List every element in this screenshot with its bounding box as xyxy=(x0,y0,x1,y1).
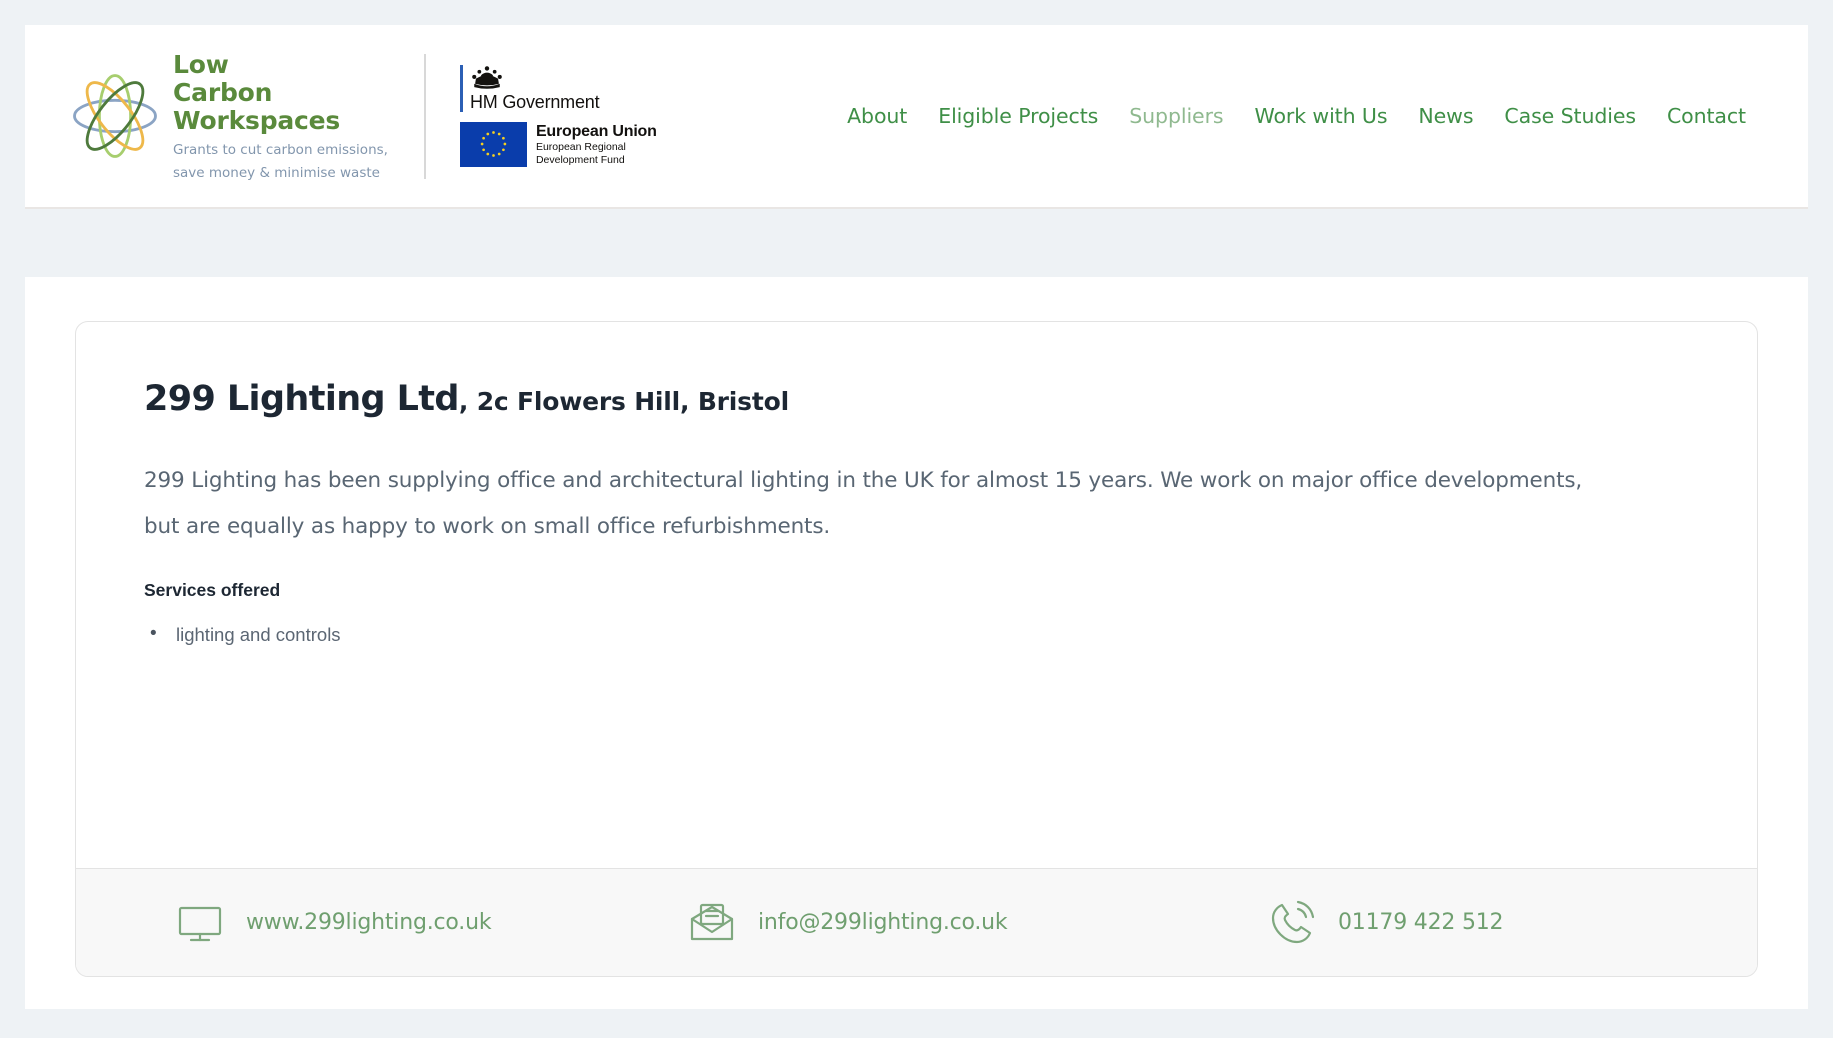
supplier-address: , 2c Flowers Hill, Bristol xyxy=(458,387,789,416)
brand-tagline-line-2: save money & minimise waste xyxy=(173,165,380,181)
main-navigation: About Eligible Projects Suppliers Work w… xyxy=(847,104,1808,128)
nav-item-about[interactable]: About xyxy=(847,104,907,128)
supplier-contact-bar: www.299lighting.co.uk info@299lighting.c… xyxy=(76,868,1757,976)
brand-wordmark: Low Carbon Workspaces Grants to cut carb… xyxy=(173,49,388,182)
eu-subtitle-line-1: European Regional xyxy=(535,141,626,153)
brand-name-line-2: Carbon xyxy=(173,77,273,107)
services-offered-heading: Services offered xyxy=(144,580,281,600)
supplier-title: 299 Lighting Ltd, 2c Flowers Hill, Brist… xyxy=(144,378,1689,423)
services-offered-list: lighting and controls xyxy=(144,620,1689,649)
list-item: lighting and controls xyxy=(150,620,1689,649)
nav-item-eligible-projects[interactable]: Eligible Projects xyxy=(938,104,1098,128)
page-root: Low Carbon Workspaces Grants to cut carb… xyxy=(0,0,1833,1038)
contact-phone-label: 01179 422 512 xyxy=(1338,910,1504,935)
supplier-card: 299 Lighting Ltd, 2c Flowers Hill, Brist… xyxy=(75,321,1758,977)
brand-name-line-1: Low xyxy=(173,49,229,79)
nav-item-case-studies[interactable]: Case Studies xyxy=(1504,104,1636,128)
hm-government-body: HM Government xyxy=(469,65,600,112)
hm-government-logo: HM Government xyxy=(459,65,657,112)
contact-phone-link[interactable]: 01179 422 512 xyxy=(1246,899,1504,947)
royal-crown-icon xyxy=(470,65,504,91)
nav-item-contact[interactable]: Contact xyxy=(1667,104,1746,128)
hm-government-label: HM Government xyxy=(469,92,600,112)
government-logos: HM Government European Union European Re… xyxy=(459,65,657,167)
site-header: Low Carbon Workspaces Grants to cut carb… xyxy=(25,25,1808,209)
content-section: 299 Lighting Ltd, 2c Flowers Hill, Brist… xyxy=(25,277,1808,1009)
contact-website-link[interactable]: www.299lighting.co.uk xyxy=(126,899,666,947)
brand-tagline-line-1: Grants to cut carbon emissions, xyxy=(173,141,388,158)
supplier-name: 299 Lighting Ltd xyxy=(144,379,459,419)
low-carbon-workspaces-logo[interactable]: Low Carbon Workspaces Grants to cut carb… xyxy=(69,49,388,182)
eu-title: European Union xyxy=(535,123,657,140)
brand-name-line-3: Workspaces xyxy=(173,105,341,135)
nav-item-news[interactable]: News xyxy=(1418,104,1473,128)
eu-text-block: European Union European Regional Develop… xyxy=(536,122,657,167)
european-union-logo: European Union European Regional Develop… xyxy=(459,122,657,167)
contact-email-link[interactable]: info@299lighting.co.uk xyxy=(666,899,1246,947)
contact-website-label: www.299lighting.co.uk xyxy=(246,910,492,935)
contact-email-label: info@299lighting.co.uk xyxy=(758,910,1008,935)
supplier-description: 299 Lighting has been supplying office a… xyxy=(144,468,1583,539)
hm-government-bar xyxy=(459,65,463,112)
brand-divider xyxy=(423,53,426,179)
nav-item-work-with-us[interactable]: Work with Us xyxy=(1254,104,1387,128)
eu-flag-icon xyxy=(459,122,527,167)
phone-icon xyxy=(1268,899,1316,947)
monitor-icon xyxy=(176,899,224,947)
brand-zone: Low Carbon Workspaces Grants to cut carb… xyxy=(25,49,657,182)
nav-item-suppliers[interactable]: Suppliers xyxy=(1129,104,1223,128)
supplier-card-body: 299 Lighting Ltd, 2c Flowers Hill, Brist… xyxy=(76,322,1757,868)
eu-subtitle-line-2: Development Fund xyxy=(535,153,625,166)
envelope-icon xyxy=(688,899,736,947)
atom-icon xyxy=(69,70,161,162)
